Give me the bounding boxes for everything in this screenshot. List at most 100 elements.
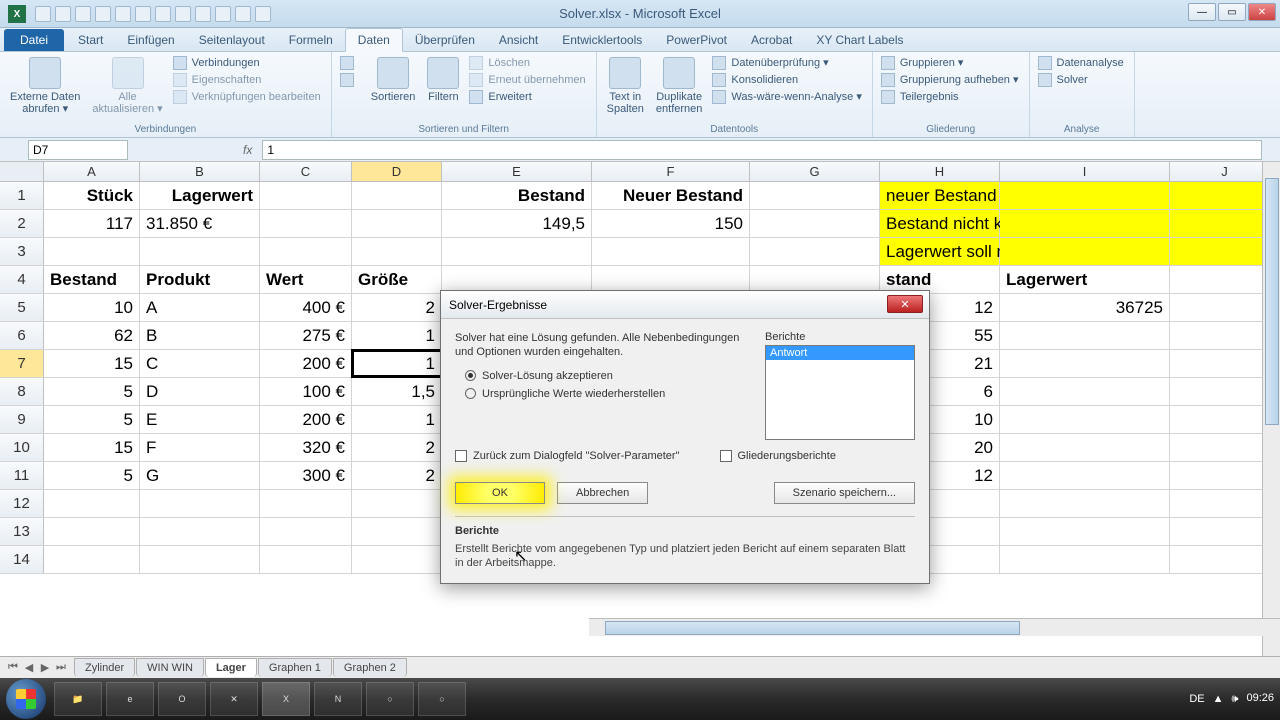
- maximize-button[interactable]: ▭: [1218, 3, 1246, 21]
- cell[interactable]: [1000, 378, 1170, 405]
- cell[interactable]: [352, 490, 442, 517]
- reapply-button[interactable]: Erneut übernehmen: [467, 72, 589, 88]
- cell[interactable]: 5: [44, 406, 140, 433]
- cell[interactable]: 5: [44, 462, 140, 489]
- cell[interactable]: 15: [44, 434, 140, 461]
- tab-einfuegen[interactable]: Einfügen: [115, 29, 186, 51]
- cell[interactable]: [44, 490, 140, 517]
- qat-btn-icon[interactable]: [95, 6, 111, 22]
- remove-duplicates-button[interactable]: Duplikate entfernen: [652, 55, 706, 117]
- cell[interactable]: Stück: [44, 182, 140, 209]
- fx-icon[interactable]: fx: [243, 143, 252, 157]
- cell[interactable]: 200 €: [260, 406, 352, 433]
- cell[interactable]: 275 €: [260, 322, 352, 349]
- horizontal-scrollbar[interactable]: [589, 618, 1280, 636]
- qat-undo-icon[interactable]: [55, 6, 71, 22]
- cell[interactable]: B: [140, 322, 260, 349]
- row-header[interactable]: 9: [0, 406, 44, 433]
- row-header[interactable]: 12: [0, 490, 44, 517]
- col-header[interactable]: I: [1000, 162, 1170, 181]
- close-button[interactable]: ✕: [1248, 3, 1276, 21]
- cell[interactable]: [260, 210, 352, 237]
- data-analysis-button[interactable]: Datenanalyse: [1036, 55, 1128, 71]
- col-header[interactable]: H: [880, 162, 1000, 181]
- col-header[interactable]: B: [140, 162, 260, 181]
- cell[interactable]: 100 €: [260, 378, 352, 405]
- row-header[interactable]: 10: [0, 434, 44, 461]
- cell[interactable]: Wert: [260, 266, 352, 293]
- cell[interactable]: 1: [352, 322, 442, 349]
- cell[interactable]: [750, 182, 880, 209]
- cell[interactable]: F: [140, 434, 260, 461]
- solver-button[interactable]: Solver: [1036, 72, 1128, 88]
- clear-filter-button[interactable]: Löschen: [467, 55, 589, 71]
- cell[interactable]: [1000, 490, 1170, 517]
- tab-start[interactable]: Start: [66, 29, 115, 51]
- cell[interactable]: [260, 490, 352, 517]
- row-header[interactable]: 11: [0, 462, 44, 489]
- external-data-button[interactable]: Externe Daten abrufen ▾: [6, 55, 84, 117]
- cell[interactable]: 15: [44, 350, 140, 377]
- cell[interactable]: [1000, 322, 1170, 349]
- radio-accept-solution[interactable]: Solver-Lösung akzeptieren: [465, 370, 749, 382]
- sort-asc-button[interactable]: [338, 55, 359, 71]
- formula-bar[interactable]: 1: [262, 140, 1262, 160]
- vertical-scrollbar[interactable]: [1262, 162, 1280, 656]
- cell[interactable]: A: [140, 294, 260, 321]
- cell[interactable]: 1,5: [352, 378, 442, 405]
- cell[interactable]: [1000, 350, 1170, 377]
- cell[interactable]: 2: [352, 434, 442, 461]
- col-header[interactable]: D: [352, 162, 442, 181]
- qat-btn-icon[interactable]: [235, 6, 251, 22]
- tab-entwicklertools[interactable]: Entwicklertools: [550, 29, 654, 51]
- tab-seitenlayout[interactable]: Seitenlayout: [187, 29, 277, 51]
- dialog-titlebar[interactable]: Solver-Ergebnisse ✕: [441, 291, 929, 319]
- taskbar-item[interactable]: N: [314, 682, 362, 716]
- qat-redo-icon[interactable]: [75, 6, 91, 22]
- cell[interactable]: [140, 518, 260, 545]
- qat-btn-icon[interactable]: [115, 6, 131, 22]
- taskbar-item-excel[interactable]: X: [262, 682, 310, 716]
- tab-powerpivot[interactable]: PowerPivot: [654, 29, 739, 51]
- col-header[interactable]: A: [44, 162, 140, 181]
- text-to-columns-button[interactable]: Text in Spalten: [603, 55, 648, 117]
- cell[interactable]: [1000, 182, 1170, 209]
- cell[interactable]: [260, 182, 352, 209]
- edit-links-button[interactable]: Verknüpfungen bearbeiten: [171, 89, 325, 105]
- cell[interactable]: 36725: [1000, 294, 1170, 321]
- row-header[interactable]: 6: [0, 322, 44, 349]
- cell[interactable]: 1: [352, 350, 442, 377]
- cell[interactable]: D: [140, 378, 260, 405]
- sheet-tab[interactable]: WIN WIN: [136, 658, 204, 677]
- cell[interactable]: [140, 238, 260, 265]
- taskbar-item[interactable]: ○: [366, 682, 414, 716]
- taskbar-item[interactable]: O: [158, 682, 206, 716]
- cell[interactable]: 149,5: [442, 210, 592, 237]
- cell[interactable]: [1000, 406, 1170, 433]
- cell[interactable]: Lagerwert: [1000, 266, 1170, 293]
- col-header[interactable]: G: [750, 162, 880, 181]
- tab-acrobat[interactable]: Acrobat: [739, 29, 804, 51]
- properties-button[interactable]: Eigenschaften: [171, 72, 325, 88]
- ok-button[interactable]: OK: [455, 482, 545, 504]
- cell[interactable]: 117: [44, 210, 140, 237]
- tray-lang[interactable]: DE: [1189, 693, 1204, 705]
- tray-icon[interactable]: ▲: [1213, 693, 1224, 705]
- cell[interactable]: [44, 238, 140, 265]
- cell[interactable]: stand: [880, 266, 1000, 293]
- cell[interactable]: Größe: [352, 266, 442, 293]
- row-header[interactable]: 4: [0, 266, 44, 293]
- cell[interactable]: [1000, 546, 1170, 573]
- cell[interactable]: [352, 518, 442, 545]
- qat-btn-icon[interactable]: [195, 6, 211, 22]
- sheet-tab[interactable]: Graphen 2: [333, 658, 407, 677]
- qat-save-icon[interactable]: [35, 6, 51, 22]
- cell[interactable]: [352, 210, 442, 237]
- cell[interactable]: E: [140, 406, 260, 433]
- cell[interactable]: [260, 238, 352, 265]
- cell[interactable]: C: [140, 350, 260, 377]
- radio-restore-values[interactable]: Ursprüngliche Werte wiederherstellen: [465, 388, 749, 400]
- report-item-antwort[interactable]: Antwort: [766, 346, 914, 360]
- row-header[interactable]: 1: [0, 182, 44, 209]
- data-validation-button[interactable]: Datenüberprüfung ▾: [710, 55, 865, 71]
